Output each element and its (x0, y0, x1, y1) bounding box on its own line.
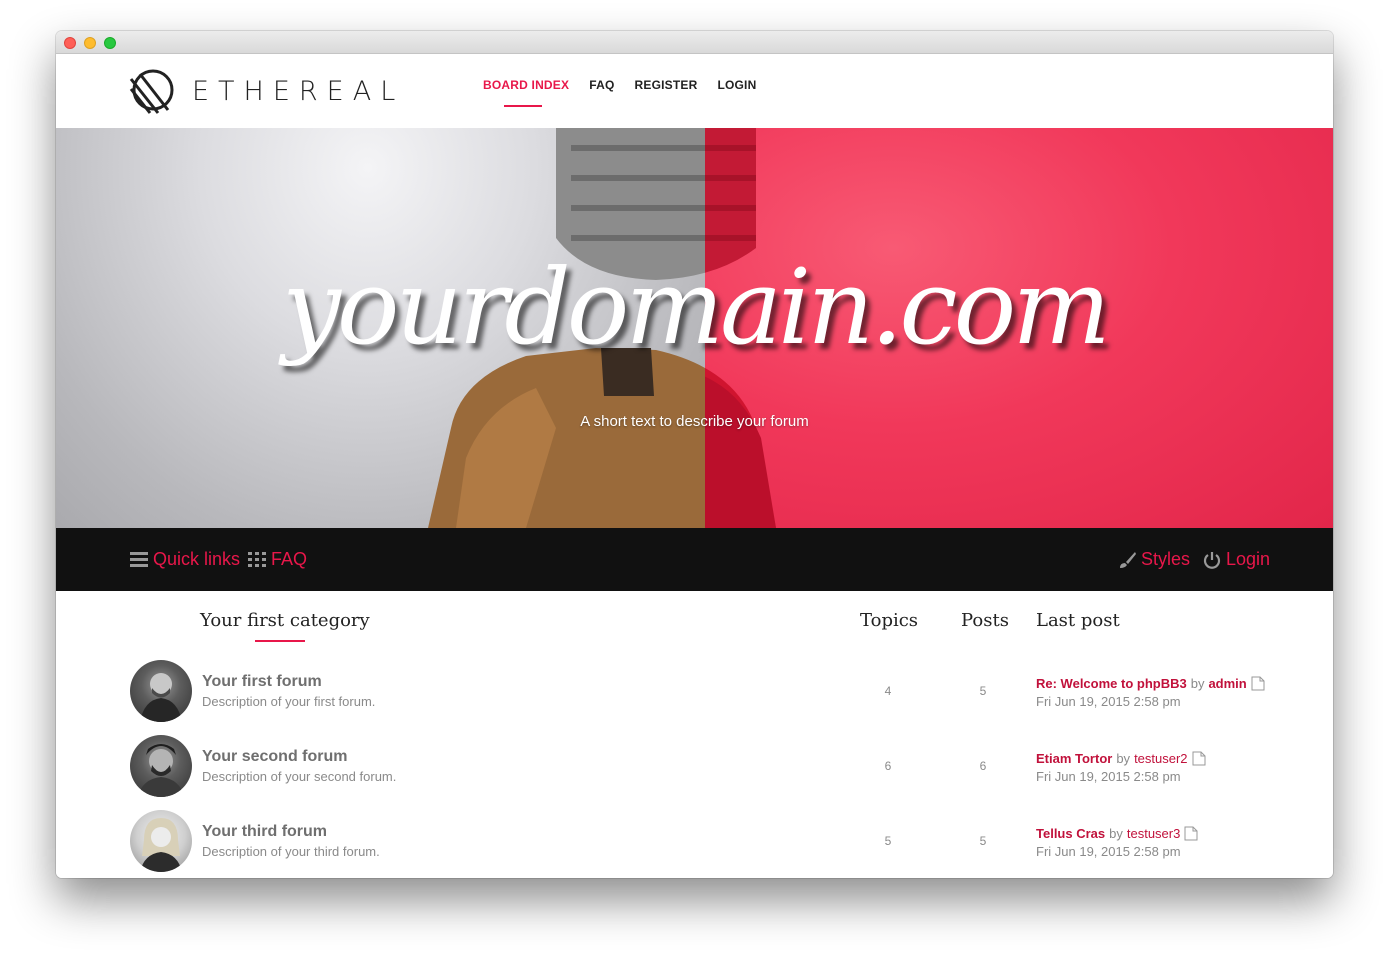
forum-row: Your third forum Description of your thi… (56, 810, 1333, 878)
forum-avatar[interactable] (130, 735, 192, 797)
top-navigation: BOARD INDEX FAQ REGISTER LOGIN (483, 78, 756, 107)
styles-button[interactable]: Styles (1118, 549, 1190, 570)
nav-login[interactable]: LOGIN (717, 78, 756, 92)
last-post-user[interactable]: admin (1208, 676, 1246, 691)
last-post-info: Re: Welcome to phpBB3 by admin (1036, 676, 1265, 691)
last-post-date: Fri Jun 19, 2015 2:58 pm (1036, 694, 1181, 709)
person-avatar-icon (138, 744, 184, 797)
forum-posts-count: 5 (979, 684, 987, 698)
last-post-info: Etiam Tortor by testuser2 (1036, 751, 1206, 766)
column-header-posts: Posts (961, 610, 1009, 631)
last-post-link[interactable]: Tellus Cras (1036, 826, 1105, 841)
forum-topics-count: 6 (884, 759, 892, 773)
close-window-button[interactable] (64, 37, 76, 49)
forum-description: Description of your first forum. (202, 694, 376, 709)
last-post-link[interactable]: Etiam Tortor (1036, 751, 1112, 766)
person-avatar-icon (140, 818, 182, 872)
hero-title: yourdomain.com (282, 246, 1111, 368)
last-post-date: Fri Jun 19, 2015 2:58 pm (1036, 769, 1181, 784)
site-header: ETHEREAL BOARD INDEX FAQ REGISTER LOGIN (56, 54, 1333, 128)
column-header-topics: Topics (860, 610, 919, 631)
category-title[interactable]: Your first category (200, 610, 370, 631)
forum-posts-count: 6 (979, 759, 987, 773)
nav-faq[interactable]: FAQ (589, 78, 614, 92)
view-post-icon[interactable] (1251, 676, 1265, 691)
brush-icon (1120, 551, 1136, 568)
forum-topics-count: 5 (884, 834, 892, 848)
forum-table: Your first category Topics Posts Last po… (56, 591, 1333, 878)
hero-banner: yourdomain.com A short text to describe … (56, 128, 1333, 528)
login-label: Login (1226, 549, 1271, 569)
forum-topics-count: 4 (884, 684, 892, 698)
hamburger-icon (130, 552, 148, 567)
column-header-last-post: Last post (1036, 610, 1120, 631)
brand-name[interactable]: ETHEREAL (192, 76, 404, 107)
faq-label: FAQ (271, 549, 308, 569)
forum-avatar[interactable] (130, 660, 192, 722)
browser-window: ETHEREAL BOARD INDEX FAQ REGISTER LOGIN (56, 31, 1333, 878)
forum-description: Description of your second forum. (202, 769, 397, 784)
forum-row: Your second forum Description of your se… (56, 735, 1333, 810)
maximize-window-button[interactable] (104, 37, 116, 49)
forum-description: Description of your third forum. (202, 844, 380, 859)
styles-label: Styles (1141, 549, 1191, 569)
nav-board-index[interactable]: BOARD INDEX (483, 78, 569, 107)
last-post-by: by (1190, 676, 1205, 691)
last-post-user[interactable]: testuser3 (1127, 826, 1180, 841)
secondary-navbar: Quick links FAQ Styles Login (56, 528, 1333, 591)
forum-name[interactable]: Your second forum (202, 748, 348, 766)
hero-subtitle: A short text to describe your forum (580, 413, 809, 430)
last-post-by: by (1116, 751, 1131, 766)
window-titlebar (56, 31, 1333, 54)
minimize-window-button[interactable] (84, 37, 96, 49)
category-underline (255, 640, 305, 642)
forum-row: Your first forum Description of your fir… (56, 660, 1333, 735)
last-post-by: by (1109, 826, 1123, 841)
forum-name[interactable]: Your third forum (202, 823, 327, 841)
last-post-info: Tellus Cras by testuser3 (1036, 826, 1198, 841)
last-post-date: Fri Jun 19, 2015 2:58 pm (1036, 844, 1181, 859)
nav-register[interactable]: REGISTER (635, 78, 698, 92)
grid-icon (248, 552, 266, 567)
faq-button[interactable]: FAQ (248, 549, 307, 570)
last-post-link[interactable]: Re: Welcome to phpBB3 (1036, 676, 1187, 691)
login-button[interactable]: Login (1203, 549, 1270, 570)
view-post-icon[interactable] (1192, 751, 1206, 766)
quick-links-button[interactable]: Quick links (130, 549, 240, 570)
view-post-icon[interactable] (1184, 826, 1198, 841)
person-avatar-icon (140, 673, 182, 722)
quick-links-label: Quick links (153, 549, 241, 569)
forum-name[interactable]: Your first forum (202, 673, 322, 691)
power-icon (1203, 551, 1221, 569)
forum-avatar[interactable] (130, 810, 192, 872)
forum-posts-count: 5 (979, 834, 987, 848)
last-post-user[interactable]: testuser2 (1134, 751, 1187, 766)
ethereal-logo-icon[interactable] (128, 67, 176, 115)
